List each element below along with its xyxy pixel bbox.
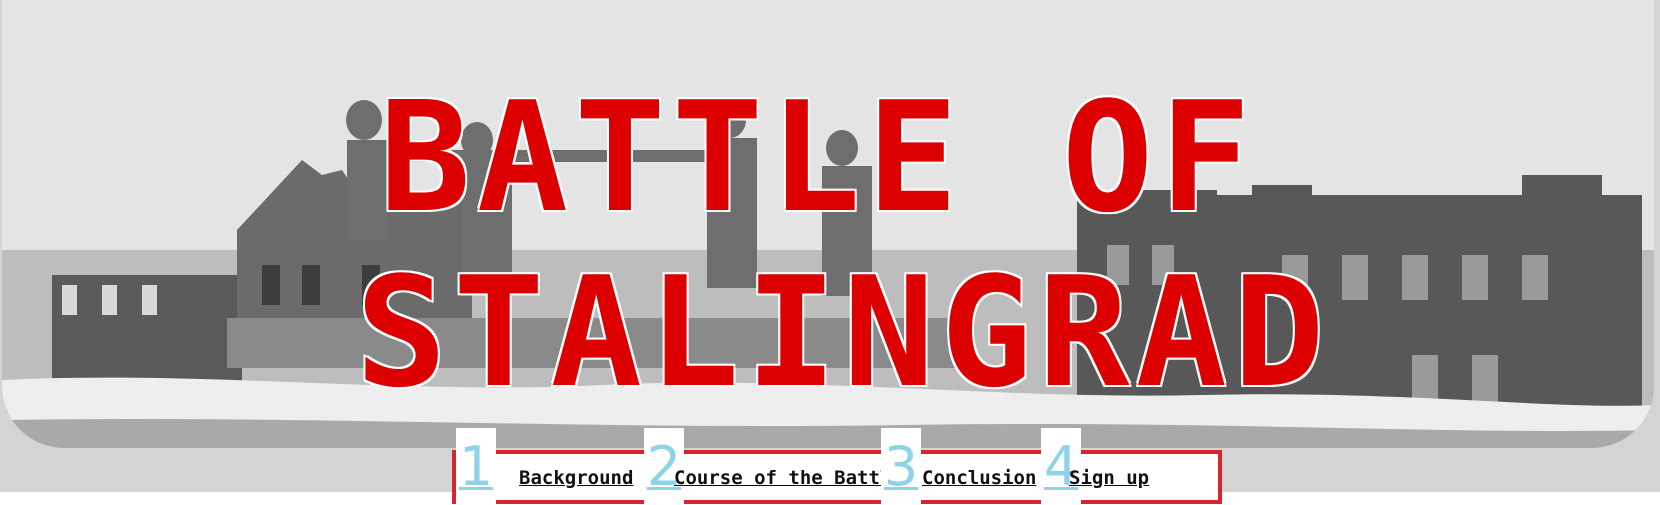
hero-title-line2: STALINGRAD xyxy=(354,244,1331,422)
nav-number-3: 3 xyxy=(881,428,921,505)
nav-label-sign-up[interactable]: Sign up xyxy=(1069,467,1149,489)
nav-number-1: 1 xyxy=(456,428,496,505)
page: BATTLE OF STALINGRAD 1 Background 2 Cour… xyxy=(0,0,1660,505)
section-nav: 1 Background 2 Course of the Battle 3 Co… xyxy=(452,428,1222,505)
nav-label-course-of-the-battle[interactable]: Course of the Battle xyxy=(674,467,903,489)
nav-label-background[interactable]: Background xyxy=(519,467,633,489)
hero-title-line1: BATTLE OF xyxy=(378,69,1257,247)
hero-banner: BATTLE OF STALINGRAD xyxy=(2,0,1654,448)
nav-label-conclusion[interactable]: Conclusion xyxy=(922,467,1036,489)
hero-title: BATTLE OF STALINGRAD xyxy=(2,69,1654,422)
